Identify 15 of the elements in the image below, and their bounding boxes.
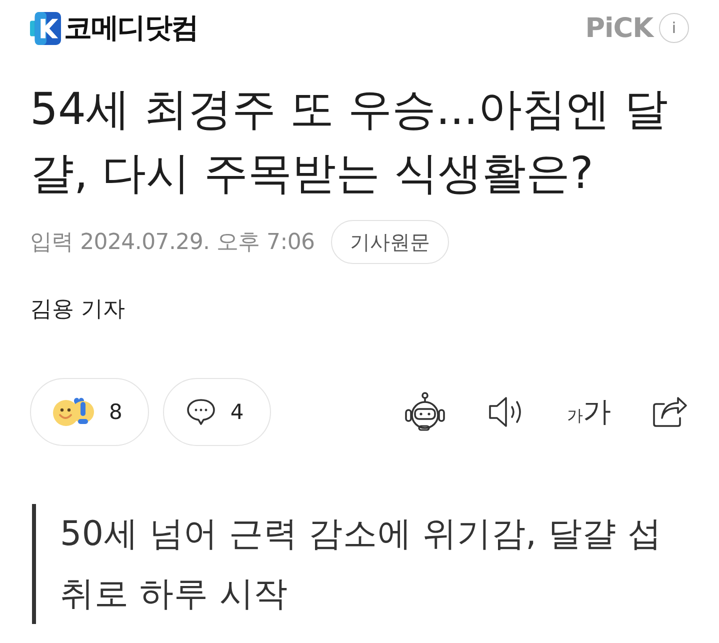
robot-icon[interactable] bbox=[403, 392, 447, 432]
info-button[interactable]: i bbox=[659, 13, 689, 43]
original-article-button[interactable]: 기사원문 bbox=[330, 220, 449, 264]
article-title: 54세 최경주 또 우승...아침엔 달걀, 다시 주목받는 식생활은? bbox=[30, 83, 669, 201]
logo-icon bbox=[30, 12, 61, 44]
publish-date: 입력 2024.07.29. 오후 7:06 bbox=[30, 229, 315, 257]
pick-label: PiCK bbox=[585, 12, 653, 44]
author-name: 김용 기자 bbox=[30, 296, 126, 324]
logo-text[interactable]: 코메디닷컴 bbox=[64, 9, 198, 47]
share-icon[interactable] bbox=[652, 396, 688, 428]
comment-button[interactable]: 4 bbox=[163, 378, 271, 446]
reaction-button[interactable]: 8 bbox=[30, 378, 150, 446]
article-subtitle: 50세 넘어 근력 감소에 위기감, 달걀 섭취로 하루 시작 bbox=[60, 513, 663, 616]
font-size-button[interactable]: 가가 bbox=[567, 393, 611, 431]
speech-bubble-icon bbox=[186, 398, 216, 426]
